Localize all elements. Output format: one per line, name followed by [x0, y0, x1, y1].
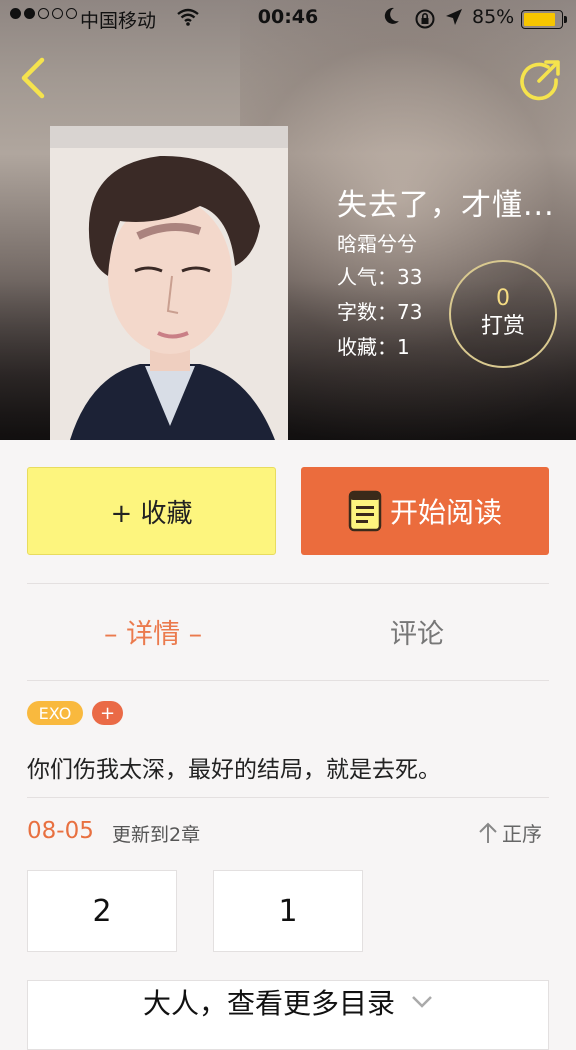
- book-author: 晗霜兮兮: [337, 232, 417, 256]
- more-chapters-label: 大人，查看更多目录: [142, 987, 395, 1020]
- section-divider: [27, 583, 549, 584]
- sort-order-button[interactable]: 正序: [478, 818, 542, 847]
- add-favorite-button[interactable]: + 收藏: [27, 467, 276, 555]
- share-icon: [520, 60, 560, 101]
- tip-label: 打赏: [480, 314, 525, 339]
- tag-exo[interactable]: EXO: [27, 701, 83, 725]
- book-title: 失去了，才懂...: [337, 188, 555, 223]
- battery-icon: [521, 10, 567, 29]
- word-count-stat: 字数：73: [337, 300, 423, 324]
- update-date: 08-05: [27, 818, 94, 844]
- tip-button[interactable]: 0 打赏: [449, 260, 557, 368]
- update-status: 更新到2章: [112, 824, 201, 846]
- popularity-stat: 人气：33: [337, 265, 423, 289]
- book-icon: [348, 490, 382, 532]
- start-reading-button[interactable]: 开始阅读: [301, 467, 549, 555]
- chapter-item[interactable]: 1: [213, 870, 363, 952]
- battery-percentage: 85%: [472, 6, 515, 28]
- book-intro: 你们伤我太深，最好的结局，就是去死。: [27, 757, 441, 783]
- rotation-lock-icon: [414, 8, 436, 35]
- do-not-disturb-icon: [384, 7, 400, 30]
- favorites-stat: 收藏：1: [337, 335, 410, 359]
- chapter-item[interactable]: 2: [27, 870, 177, 952]
- sort-order-label: 正序: [502, 822, 542, 846]
- book-cover-image: [50, 126, 288, 440]
- chevron-left-icon: [21, 57, 45, 99]
- tab-detail[interactable]: – 详情 –: [104, 612, 202, 651]
- back-button[interactable]: [14, 56, 54, 100]
- more-chapters-button[interactable]: 大人，查看更多目录: [27, 980, 549, 1050]
- tip-count: 0: [496, 286, 510, 311]
- chevron-down-icon: [412, 996, 432, 1008]
- share-button[interactable]: [518, 58, 562, 102]
- tab-comment[interactable]: 评论: [390, 612, 444, 651]
- add-favorite-label: + 收藏: [110, 498, 193, 529]
- section-divider: [27, 797, 549, 798]
- arrow-up-icon: [479, 822, 497, 843]
- add-tag-button[interactable]: +: [92, 701, 123, 725]
- status-bar: 中国移动 00:46 85%: [0, 0, 576, 38]
- start-reading-label: 开始阅读: [389, 496, 502, 529]
- location-icon: [444, 7, 464, 32]
- section-divider: [27, 680, 549, 681]
